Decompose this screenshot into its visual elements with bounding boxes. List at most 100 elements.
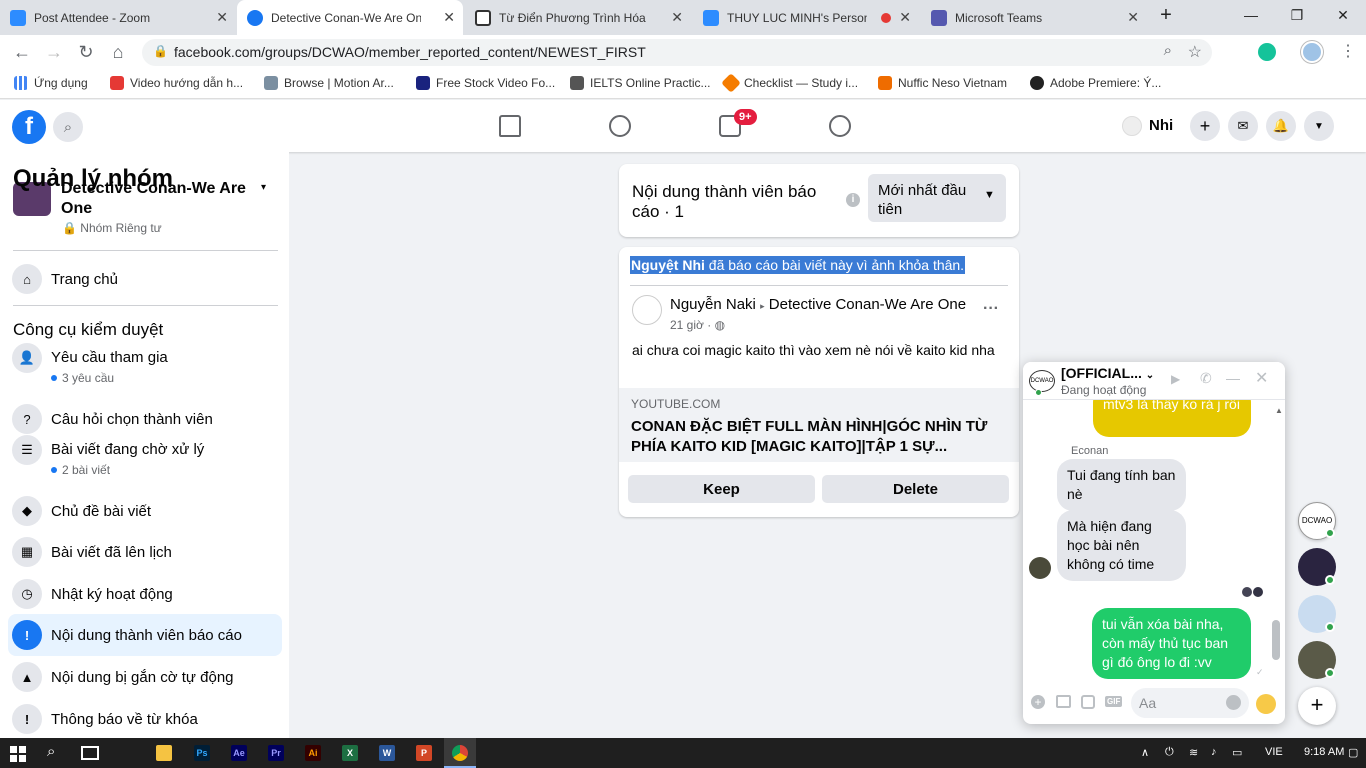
post-group[interactable]: Detective Conan-We Are One [769,296,966,313]
close-tab-icon[interactable]: ✕ [899,9,911,26]
bookmark-star-icon[interactable]: ☆ [1188,42,1202,62]
close-tab-icon[interactable]: ✕ [216,9,228,26]
notifications-bell-icon[interactable]: 🔔 [1266,111,1296,141]
excel-icon[interactable]: X [342,745,358,761]
reload-icon[interactable]: ↻ [74,41,98,63]
sidebar-item-home[interactable]: ⌂ Trang chủ [8,258,282,300]
windows-start-icon[interactable] [10,746,26,762]
tab-dictionary[interactable]: Từ Điển Phương Trình Hóa Học ✕ [465,0,691,35]
bookmark-6[interactable]: Nuffic Neso Vietnam [878,76,1007,90]
sidebar-item-keyword-alerts[interactable]: ! Thông báo về từ khóa [8,698,282,738]
sidebar-item-pending-posts[interactable]: ☰ Bài viết đang chờ xử lý 2 bài viết [8,435,282,477]
home-nav-icon[interactable] [499,115,521,137]
bookmark-2[interactable]: Browse | Motion Ar... [264,76,394,90]
close-window-icon[interactable]: ✕ [1320,0,1366,30]
close-chat-icon[interactable]: ✕ [1255,368,1268,388]
minimize-chat-icon[interactable]: — [1226,370,1240,386]
reporter-name[interactable]: Nguyệt Nhi [631,257,705,273]
maximize-icon[interactable]: ❐ [1274,0,1320,30]
notification-center-icon[interactable]: ▢ [1348,746,1358,759]
powerpoint-icon[interactable]: P [416,745,432,761]
close-tab-icon[interactable]: ✕ [1127,9,1139,26]
wifi-icon[interactable]: ≋ [1189,746,1198,759]
more-options-icon[interactable]: ··· [983,300,999,318]
url-bar[interactable]: 🔒 facebook.com/groups/DCWAO/member_repor… [142,39,1212,66]
bookmark-4[interactable]: IELTS Online Practic... [570,76,711,90]
tab-facebook-group[interactable]: Detective Conan-We Are One | ✕ [237,0,463,35]
close-tab-icon[interactable]: ✕ [443,9,455,26]
chevron-down-icon[interactable]: ▾ [261,182,266,193]
back-arrow-icon[interactable]: ← [10,41,34,63]
after-effects-icon[interactable]: Ae [231,745,247,761]
phone-icon[interactable]: ✆ [1200,370,1212,387]
message-input[interactable]: Aa [1131,688,1249,718]
word-icon[interactable]: W [379,745,395,761]
sticker-icon[interactable] [1081,695,1095,709]
search-icon[interactable]: ⌕ [47,743,55,760]
sidebar-item-activity-log[interactable]: ◷ Nhật ký hoạt động [8,573,282,615]
minimize-icon[interactable]: — [1228,0,1274,30]
scroll-up-icon[interactable]: ▲ [1275,406,1283,415]
illustrator-icon[interactable]: Ai [305,745,321,761]
tab-zoom-personal[interactable]: THUY LUC MINH's Persona ✕ [693,0,919,35]
groups-nav-icon[interactable] [829,115,851,137]
bookmark-5[interactable]: Checklist — Study i... [721,73,858,93]
sidebar-item-scheduled-posts[interactable]: ▦ Bài viết đã lên lịch [8,531,282,573]
sidebar-item-member-reported[interactable]: ! Nội dung thành viên báo cáo [8,614,282,656]
grammarly-icon[interactable] [1258,43,1276,61]
bookmark-1[interactable]: Video hướng dẫn h... [110,76,243,90]
gif-icon[interactable]: GIF [1105,696,1123,707]
avatar[interactable] [632,295,662,325]
account-menu-icon[interactable]: ▼ [1304,111,1334,141]
profile-name[interactable]: Nhi [1149,117,1173,134]
tab-microsoft-teams[interactable]: Microsoft Teams ✕ [921,0,1147,35]
tray-device-icon[interactable]: ⏻ [1165,746,1174,759]
post-author[interactable]: Nguyễn Naki [670,296,756,313]
keep-button[interactable]: Keep [628,475,815,503]
chrome-menu-icon[interactable]: ⋮ [1340,41,1356,61]
volume-icon[interactable]: ♪ [1211,746,1217,758]
bookmark-apps[interactable]: Ứng dụng [14,76,88,90]
link-preview[interactable]: YOUTUBE.COM CONAN ĐẶC BIỆT FULL MÀN HÌNH… [619,388,1019,462]
chat-name[interactable]: [OFFICIAL... ⌄ [1061,365,1154,381]
chat-avatar[interactable]: DCWAO [1029,370,1055,392]
messenger-icon[interactable]: ✉ [1228,111,1258,141]
zoom-search-icon[interactable]: ⌕ [1164,42,1172,59]
file-explorer-icon[interactable] [156,745,172,761]
sidebar-item-post-topics[interactable]: ◆ Chủ đề bài viết [8,490,282,532]
info-icon[interactable]: i [846,193,860,207]
new-tab-button[interactable]: + [1143,0,1189,30]
forward-arrow-icon[interactable]: → [42,41,66,63]
add-attachment-icon[interactable]: + [1031,695,1045,709]
sidebar-item-auto-flagged[interactable]: ▲ Nội dung bị gắn cờ tự động [8,656,282,698]
home-icon[interactable]: ⌂ [106,41,130,63]
avatar[interactable] [1122,116,1142,136]
friends-nav-icon[interactable] [609,115,631,137]
delete-button[interactable]: Delete [822,475,1009,503]
sidebar-item-join-requests[interactable]: 👤 Yêu cầu tham gia 3 yêu cầu [8,343,282,385]
clock[interactable]: 9:18 AM [1304,746,1344,758]
close-tab-icon[interactable]: ✕ [671,9,683,26]
bookmark-3[interactable]: Free Stock Video Fo... [416,76,555,90]
photo-icon[interactable] [1056,695,1071,708]
emoji-icon[interactable] [1226,695,1241,710]
avatar[interactable] [1029,557,1051,579]
sort-dropdown[interactable]: Mới nhất đầu tiên ▼ [868,174,1006,222]
chrome-taskbar-button[interactable] [444,738,476,768]
video-call-icon[interactable]: ▶︎ [1171,372,1180,386]
chat-scrollbar[interactable]: ▲ [1271,404,1283,682]
photoshop-icon[interactable]: Ps [194,745,210,761]
input-language[interactable]: VIE [1265,746,1283,758]
scrollbar-thumb[interactable] [1272,620,1280,660]
sidebar-item-member-questions[interactable]: ? Câu hỏi chọn thành viên [8,398,282,440]
task-view-icon[interactable] [81,746,99,760]
tab-zoom-post-attendee[interactable]: Post Attendee - Zoom ✕ [0,0,236,35]
like-emoji-icon[interactable] [1256,694,1276,714]
search-icon[interactable]: ⌕ [53,112,83,142]
premiere-icon[interactable]: Pr [268,745,284,761]
create-plus-icon[interactable]: + [1190,111,1220,141]
facebook-logo[interactable]: f [12,110,46,144]
bookmark-7[interactable]: Adobe Premiere: Ý... [1030,76,1161,90]
new-message-button[interactable]: + [1298,687,1336,725]
profile-avatar[interactable] [1301,41,1323,63]
